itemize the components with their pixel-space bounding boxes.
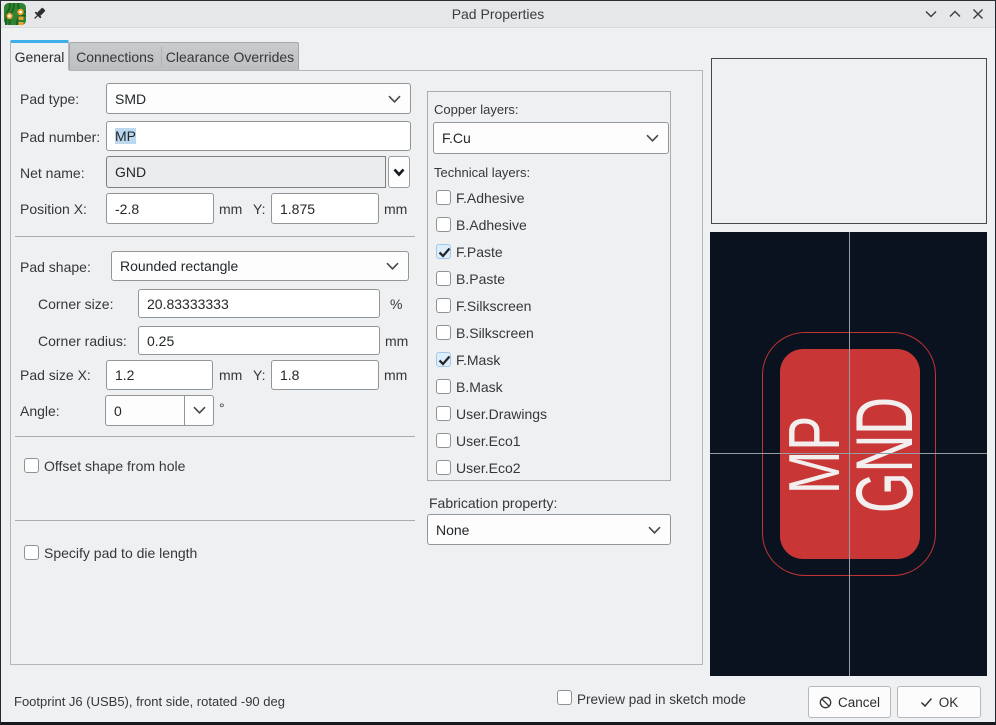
svg-text:GND: GND <box>840 397 930 513</box>
